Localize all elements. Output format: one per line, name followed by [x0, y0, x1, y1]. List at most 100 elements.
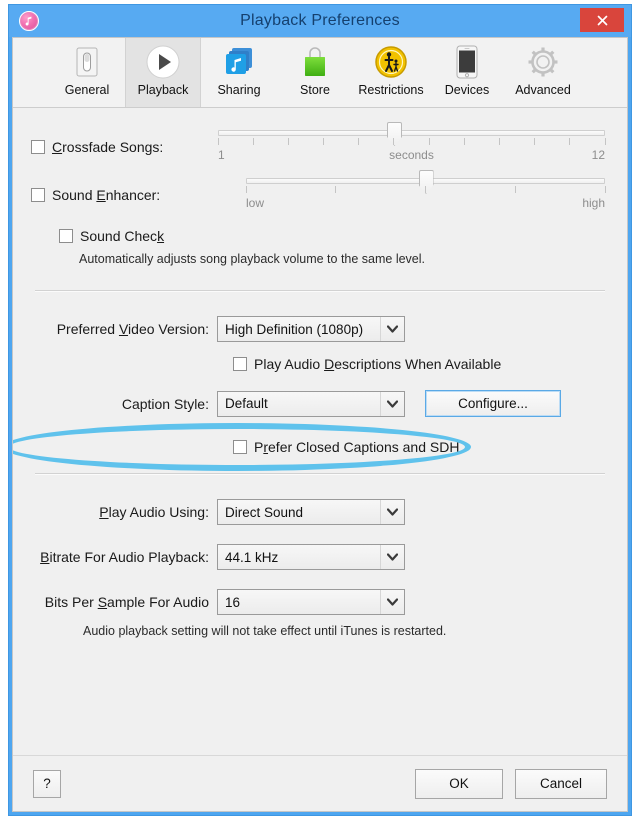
sidebar-item-store[interactable]: Store	[277, 38, 353, 107]
enhancer-min-label: low	[246, 196, 265, 210]
sound-enhancer-row: Sound Enhancer: low high	[31, 170, 609, 212]
preferred-video-version-select[interactable]: High Definition (1080p)	[217, 316, 405, 342]
pvv-label-rest: ideo Version:	[128, 321, 209, 337]
title-bar: Playback Preferences	[9, 5, 631, 37]
sharing-icon	[220, 43, 258, 81]
tab-label: Advanced	[515, 83, 571, 97]
client-area: General Playback Sharing Store Restricti…	[12, 37, 628, 812]
pvv-label-pre: Preferred	[56, 321, 119, 337]
sidebar-item-devices[interactable]: Devices	[429, 38, 505, 107]
bits-per-sample-label: Bits Per Sample For Audio	[44, 594, 209, 610]
configure-button-label: Configure...	[458, 396, 528, 411]
tab-label: Playback	[137, 83, 189, 97]
caption-style-label: Caption Style:	[121, 395, 209, 412]
cancel-button[interactable]: Cancel	[515, 768, 607, 799]
crossfade-slider-ticks	[217, 138, 606, 147]
sound-enhancer-slider-track[interactable]	[246, 170, 605, 194]
chevron-down-icon[interactable]	[380, 391, 404, 416]
sound-check-label[interactable]: Sound Check	[80, 228, 164, 244]
crossfade-row: Crossfade Songs: 1 seconds 12	[31, 122, 609, 164]
play-audio-descriptions-label[interactable]: Play Audio Descriptions When Available	[254, 356, 501, 372]
divider-1	[35, 290, 605, 292]
prefer-closed-captions-checkbox[interactable]	[233, 440, 247, 454]
caption-style-select[interactable]: Default	[217, 390, 405, 417]
preferred-video-version-row: Preferred Video Version: High Definition…	[31, 316, 609, 342]
shopping-bag-icon	[296, 43, 334, 81]
gear-icon	[524, 43, 562, 81]
bits-per-sample-value: 16	[225, 594, 241, 610]
crossfade-slider-labels: 1 seconds 12	[218, 148, 605, 164]
chevron-down-icon[interactable]	[380, 500, 404, 524]
crossfade-slider-track[interactable]	[218, 122, 605, 146]
crossfade-slider[interactable]: 1 seconds 12	[217, 122, 606, 164]
sound-check-checkbox[interactable]	[59, 229, 73, 243]
pau-label-rest: lay Audio Using:	[108, 504, 209, 520]
configure-button[interactable]: Configure...	[425, 390, 561, 417]
prefer-closed-captions-row: Prefer Closed Captions and SDH	[31, 439, 609, 455]
prefer-closed-captions-label[interactable]: Prefer Closed Captions and SDH	[254, 439, 459, 455]
sidebar-item-playback[interactable]: Playback	[125, 38, 201, 107]
iphone-icon	[448, 43, 486, 81]
help-button[interactable]: ?	[33, 769, 61, 798]
preferences-body: Crossfade Songs: 1 seconds 12 Sound Enha…	[13, 108, 627, 755]
tab-label: Store	[300, 83, 330, 97]
enhancer-max-label: high	[582, 196, 605, 210]
sidebar-item-advanced[interactable]: Advanced	[505, 38, 581, 107]
bps-label-rest: ample For Audio	[107, 594, 209, 610]
sound-enhancer-label[interactable]: Sound Enhancer:	[52, 187, 160, 203]
enhancer-label-pre: Sound	[52, 187, 97, 203]
caption-style-row: Caption Style: Default Configure...	[31, 390, 609, 417]
ok-button[interactable]: OK	[415, 768, 503, 799]
dialog-footer: ? OK Cancel	[13, 755, 627, 811]
preferred-video-version-value: High Definition (1080p)	[225, 321, 364, 337]
sound-enhancer-slider-labels: low high	[246, 196, 605, 212]
sound-enhancer-checkbox[interactable]	[31, 188, 45, 202]
chevron-down-icon[interactable]	[380, 317, 404, 341]
play-audio-descriptions-checkbox[interactable]	[233, 357, 247, 371]
preferences-tab-bar: General Playback Sharing Store Restricti…	[13, 38, 627, 108]
caption-style-value: Default	[225, 396, 268, 411]
preferences-window: Playback Preferences General Playback Sh…	[8, 4, 632, 816]
sidebar-item-sharing[interactable]: Sharing	[201, 38, 277, 107]
divider-2	[35, 473, 605, 475]
bps-label-pre: Bits Per	[44, 594, 98, 610]
restart-note: Audio playback setting will not take eff…	[83, 624, 447, 638]
sound-check-row: Sound Check	[31, 228, 609, 244]
preferred-video-version-label: Preferred Video Version:	[56, 321, 209, 337]
close-button[interactable]	[580, 8, 624, 32]
chevron-down-icon[interactable]	[380, 545, 404, 569]
tab-label: General	[64, 83, 110, 97]
pcc-label-pre: P	[254, 439, 264, 455]
page-title: Playback Preferences	[240, 12, 400, 29]
sidebar-item-general[interactable]: General	[49, 38, 125, 107]
bitrate-value: 44.1 kHz	[225, 549, 279, 565]
enhancer-label-rest: nhancer:	[105, 187, 161, 203]
bitrate-select[interactable]: 44.1 kHz	[217, 544, 405, 570]
play-audio-using-row: Play Audio Using: Direct Sound	[31, 499, 609, 525]
sound-check-description: Automatically adjusts song playback volu…	[79, 252, 426, 266]
crossfade-label-rest: rossfade Songs:	[62, 139, 164, 155]
pad-label-rest: escriptions When Available	[334, 356, 502, 372]
sound-enhancer-slider-ticks	[245, 186, 606, 195]
play-audio-using-value: Direct Sound	[225, 504, 304, 520]
play-circle-icon	[144, 43, 182, 81]
pad-label-pre: Play Audio	[254, 356, 325, 372]
tab-label: Devices	[444, 83, 490, 97]
sidebar-item-restrictions[interactable]: Restrictions	[353, 38, 429, 107]
chevron-down-icon[interactable]	[380, 590, 404, 614]
tab-label: Restrictions	[358, 83, 424, 97]
bits-per-sample-select[interactable]: 16	[217, 589, 405, 615]
tab-label: Sharing	[217, 83, 261, 97]
crossfade-max-label: 12	[591, 148, 605, 162]
play-audio-using-label: Play Audio Using:	[99, 504, 209, 520]
play-audio-using-select[interactable]: Direct Sound	[217, 499, 405, 525]
crossfade-songs-label[interactable]: Crossfade Songs:	[52, 139, 163, 155]
parental-icon	[372, 43, 410, 81]
crossfade-unit-label: seconds	[389, 148, 434, 162]
bitrate-label-rest: itrate For Audio Playback:	[49, 549, 209, 565]
crossfade-songs-checkbox[interactable]	[31, 140, 45, 154]
bitrate-row: Bitrate For Audio Playback: 44.1 kHz	[31, 544, 609, 570]
crossfade-min-label: 1	[218, 148, 225, 162]
sound-enhancer-slider[interactable]: low high	[245, 170, 606, 212]
bits-per-sample-row: Bits Per Sample For Audio 16	[31, 589, 609, 615]
